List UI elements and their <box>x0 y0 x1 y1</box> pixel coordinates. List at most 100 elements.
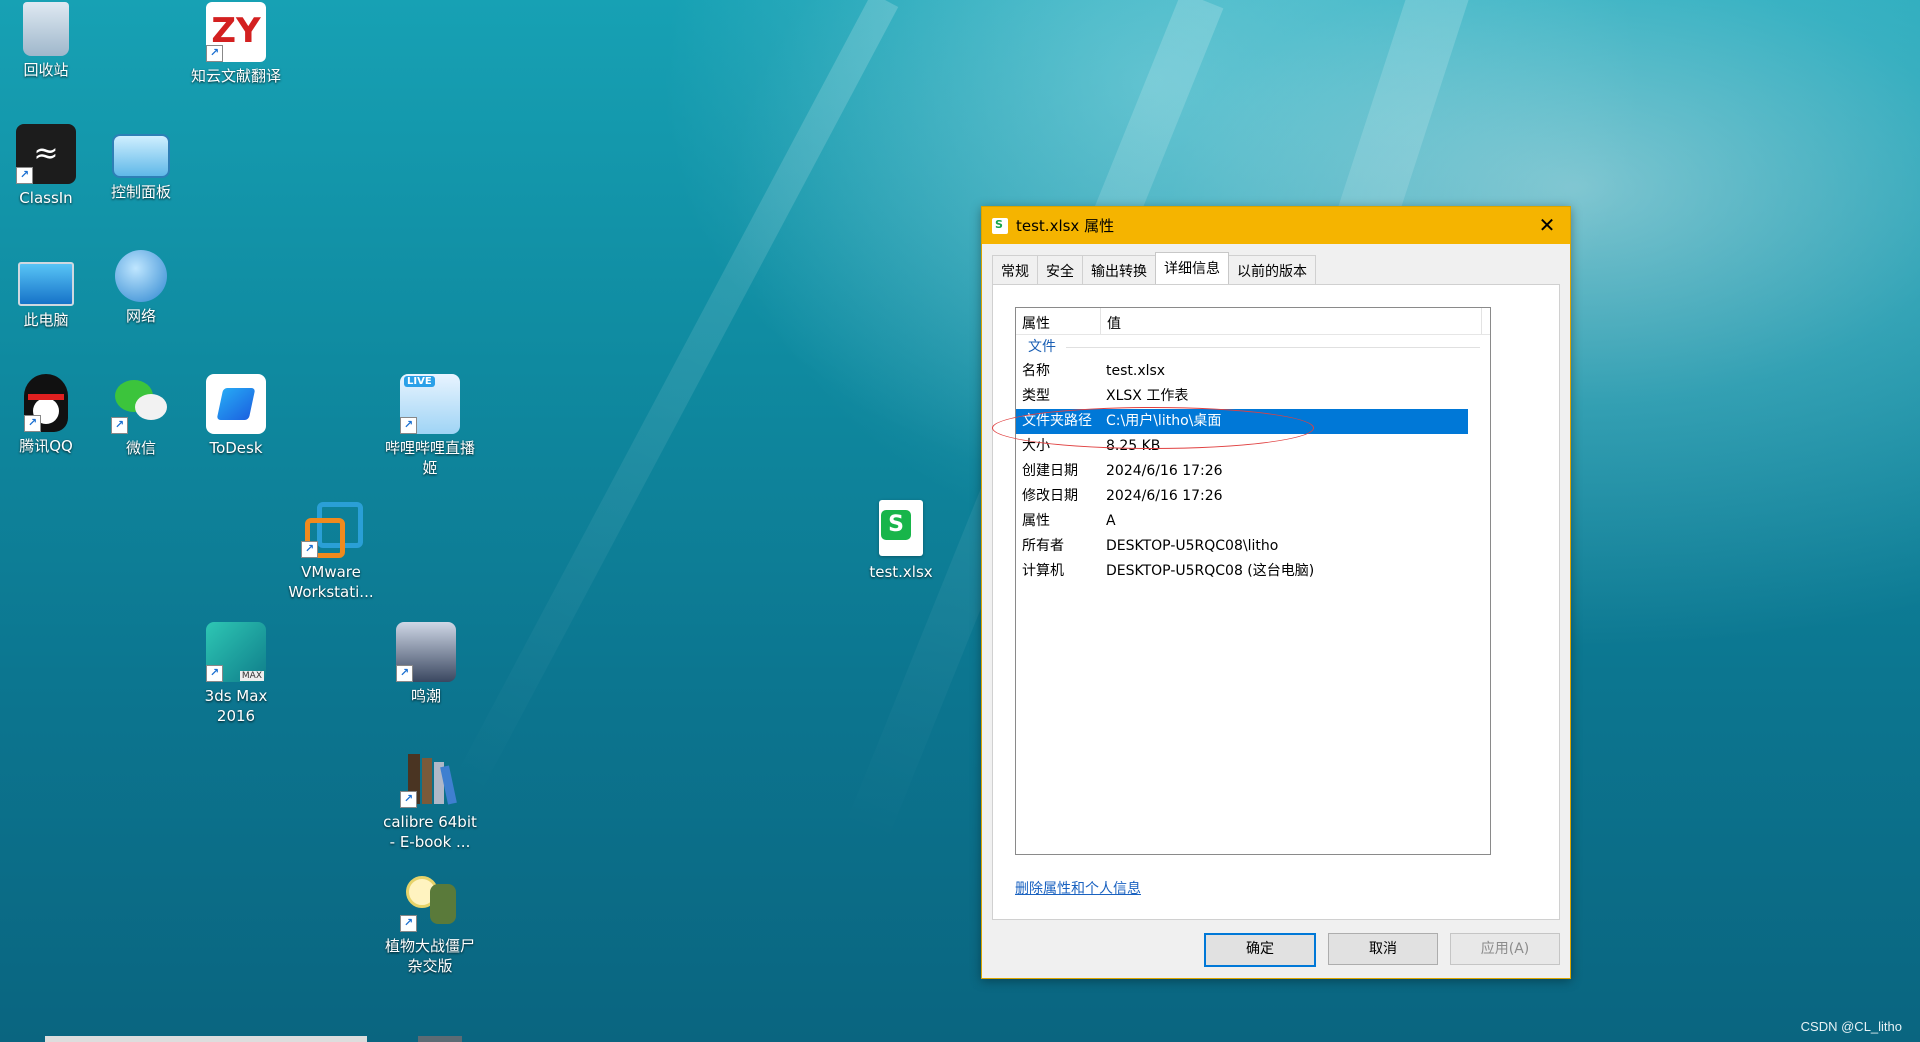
icon-label: 回收站 <box>23 61 69 79</box>
cancel-button[interactable]: 取消 <box>1328 933 1438 965</box>
detail-key: 所有者 <box>1022 538 1064 554</box>
detail-key: 修改日期 <box>1022 488 1078 504</box>
column-header-value[interactable]: 值 <box>1101 308 1482 334</box>
books-icon: ↗ <box>400 748 460 808</box>
icon-label: test.xlsx <box>869 563 933 581</box>
detail-key: 计算机 <box>1022 563 1064 579</box>
wps-s-icon: S <box>881 510 911 540</box>
max-badge: MAX <box>239 671 264 681</box>
todesk-icon[interactable]: ToDesk <box>190 374 282 458</box>
recycle-bin-icon[interactable]: 回收站 <box>0 2 92 80</box>
wuthering-waves-avatar-icon: ↗ <box>396 622 456 682</box>
detail-row-computer[interactable]: 计算机 DESKTOP-U5RQC08 (这台电脑) <box>1016 559 1490 584</box>
detail-row-name[interactable]: 名称 test.xlsx <box>1016 359 1490 384</box>
icon-label: 鸣潮 <box>410 687 441 705</box>
column-header-property[interactable]: 属性 <box>1016 308 1101 334</box>
shortcut-arrow-icon: ↗ <box>400 417 417 434</box>
book-spine <box>422 758 432 804</box>
shortcut-arrow-icon: ↗ <box>16 167 33 184</box>
spreadsheet-file-icon: S <box>879 500 923 556</box>
icon-label: 网络 <box>125 307 156 325</box>
shortcut-arrow-icon: ↗ <box>400 791 417 808</box>
qq-icon[interactable]: ↗ 腾讯QQ <box>0 374 92 456</box>
details-panel: 属性 值 文件 名称 test.xlsx 类型 XLSX 工作表 文件夹路径 C… <box>992 284 1560 920</box>
taskbar-fragment <box>418 1036 462 1042</box>
detail-key: 类型 <box>1022 388 1050 404</box>
detail-value: 2024/6/16 17:26 <box>1106 488 1223 504</box>
detail-value: test.xlsx <box>1106 363 1166 379</box>
detail-row-created[interactable]: 创建日期 2024/6/16 17:26 <box>1016 459 1490 484</box>
monitor-icon <box>18 262 74 306</box>
tab-details[interactable]: 详细信息 <box>1155 252 1229 286</box>
shortcut-arrow-icon: ↗ <box>111 417 128 434</box>
detail-row-attributes[interactable]: 属性 A <box>1016 509 1490 534</box>
this-pc-icon[interactable]: 此电脑 <box>0 250 92 330</box>
zy-logo-icon: ZY ↗ <box>206 2 266 62</box>
control-panel-glyph-icon <box>112 134 170 178</box>
detail-row-modified[interactable]: 修改日期 2024/6/16 17:26 <box>1016 484 1490 509</box>
details-list[interactable]: 属性 值 文件 名称 test.xlsx 类型 XLSX 工作表 文件夹路径 C… <box>992 307 1491 855</box>
icon-label: 植物大战僵尸杂交版 <box>384 937 475 975</box>
test-xlsx-desktop-file[interactable]: S test.xlsx <box>855 500 947 582</box>
3dsmax-logo-icon: MAX ↗ <box>206 622 266 682</box>
shortcut-arrow-icon: ↗ <box>206 665 223 682</box>
icon-label: 微信 <box>125 439 156 457</box>
zombie-body <box>430 884 456 924</box>
detail-key: 创建日期 <box>1022 463 1078 479</box>
trash-icon <box>23 2 69 56</box>
pvz-hybrid-icon[interactable]: ↗ 植物大战僵尸杂交版 <box>380 872 480 976</box>
csdn-watermark: CSDN @CL_litho <box>1800 1019 1902 1034</box>
detail-value: DESKTOP-U5RQC08\litho <box>1106 538 1279 554</box>
red-annotation-ellipse <box>992 407 1314 449</box>
globe-icon <box>115 250 167 302</box>
taskbar-fragment <box>45 1036 367 1042</box>
wechat-bubbles-icon: ↗ <box>111 374 171 434</box>
bubble-small <box>135 394 167 420</box>
detail-row-type[interactable]: 类型 XLSX 工作表 <box>1016 384 1490 409</box>
penguin-icon: ↗ <box>24 374 68 432</box>
list-header: 属性 值 <box>1016 308 1490 335</box>
remove-properties-link[interactable]: 删除属性和个人信息 <box>1015 878 1141 898</box>
ok-button[interactable]: 确定 <box>1204 933 1316 967</box>
dialog-titlebar[interactable]: test.xlsx 属性 ✕ <box>982 207 1570 244</box>
icon-label: ClassIn <box>19 189 73 207</box>
shortcut-arrow-icon: ↗ <box>206 45 223 62</box>
icon-label: 3ds Max 2016 <box>204 687 268 725</box>
detail-value: 2024/6/16 17:26 <box>1106 463 1223 479</box>
vmware-icon[interactable]: ↗ VMware Workstati... <box>285 498 377 602</box>
3dsmax-icon[interactable]: MAX ↗ 3ds Max 2016 <box>190 622 282 726</box>
apply-button[interactable]: 应用(A) <box>1450 933 1560 965</box>
classin-icon[interactable]: ≈ ↗ ClassIn <box>0 124 92 208</box>
shortcut-arrow-icon: ↗ <box>400 915 417 932</box>
detail-key: 名称 <box>1022 363 1050 379</box>
shortcut-arrow-icon: ↗ <box>301 541 318 558</box>
icon-label: 知云文献翻译 <box>190 67 281 85</box>
icon-label: 控制面板 <box>110 183 171 201</box>
classin-logo-icon: ≈ ↗ <box>16 124 76 184</box>
detail-value: DESKTOP-U5RQC08 (这台电脑) <box>1106 563 1315 579</box>
vmware-logo-icon: ↗ <box>301 498 363 558</box>
light-ray <box>449 0 899 802</box>
zhiyun-translate-icon[interactable]: ZY ↗ 知云文献翻译 <box>190 2 282 86</box>
close-icon[interactable]: ✕ <box>1524 207 1570 244</box>
bilibili-live-icon[interactable]: LIVE ↗ 哔哩哔哩直播姬 <box>380 374 480 478</box>
icon-label: ToDesk <box>209 439 263 457</box>
network-icon[interactable]: 网络 <box>95 250 187 326</box>
detail-row-owner[interactable]: 所有者 DESKTOP-U5RQC08\litho <box>1016 534 1490 559</box>
calibre-icon[interactable]: ↗ calibre 64bit - E-book ... <box>380 748 480 852</box>
control-panel-icon[interactable]: 控制面板 <box>95 124 187 202</box>
icon-label: 腾讯QQ <box>19 437 73 455</box>
dialog-title: test.xlsx 属性 <box>1016 217 1115 235</box>
group-header-file: 文件 <box>1016 335 1490 359</box>
shortcut-arrow-icon: ↗ <box>24 415 41 432</box>
bilibili-live-avatar-icon: LIVE ↗ <box>400 374 460 434</box>
file-type-icon <box>992 217 1008 234</box>
detail-key: 属性 <box>1022 513 1050 529</box>
detail-value: XLSX 工作表 <box>1106 388 1189 404</box>
wuthering-waves-icon[interactable]: ↗ 鸣潮 <box>380 622 472 706</box>
wechat-icon[interactable]: ↗ 微信 <box>95 374 187 458</box>
detail-value: A <box>1106 513 1116 529</box>
penguin-scarf <box>28 394 64 400</box>
todesk-shape <box>216 388 256 420</box>
icon-label: 此电脑 <box>23 311 69 329</box>
